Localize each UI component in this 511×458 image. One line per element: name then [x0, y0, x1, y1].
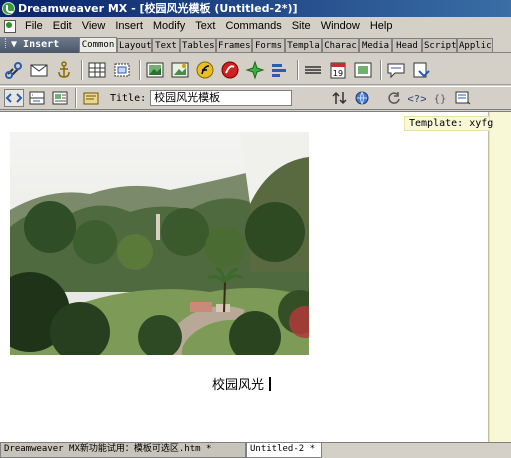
document-toolbar: Title: 校园风光模板 <?> {}: [0, 86, 511, 110]
code-reference-button[interactable]: <?>: [406, 89, 428, 107]
grip-icon[interactable]: [5, 38, 8, 48]
window-title: Dreamweaver MX - [校园风光模板 (Untitled-2*)]: [18, 2, 298, 15]
menu-modify[interactable]: Modify: [148, 20, 190, 32]
document-icon[interactable]: [4, 19, 16, 33]
view-options-button[interactable]: [453, 89, 473, 107]
table-icon[interactable]: [87, 60, 107, 80]
menu-file[interactable]: File: [20, 20, 48, 32]
tabular-data-icon[interactable]: [353, 60, 373, 80]
tab-media[interactable]: Media: [359, 38, 392, 52]
expand-arrow-icon: ▼: [11, 39, 24, 50]
menu-edit[interactable]: Edit: [48, 20, 77, 32]
plugin-icon[interactable]: [245, 59, 265, 80]
separator: [75, 88, 77, 108]
tab-text[interactable]: Text: [152, 38, 180, 52]
file-management-button[interactable]: [330, 89, 350, 107]
title-label: Title:: [110, 92, 147, 104]
template-region-strip: [489, 112, 511, 442]
comment-icon[interactable]: [386, 60, 406, 80]
campus-landscape-image[interactable]: [10, 132, 309, 355]
tab-frames[interactable]: Frames: [216, 38, 252, 52]
insert-panel-title[interactable]: ▼ Insert: [0, 37, 79, 53]
menu-view[interactable]: View: [77, 20, 111, 32]
email-link-icon[interactable]: [29, 60, 49, 80]
tab-characters[interactable]: Charac: [322, 38, 359, 52]
separator: [380, 59, 382, 80]
tag-chooser-icon[interactable]: [411, 60, 431, 80]
menu-text[interactable]: Text: [190, 20, 220, 32]
menu-help[interactable]: Help: [365, 20, 398, 32]
image-icon[interactable]: [145, 60, 165, 80]
window-titlebar: Dreamweaver MX - [校园风光模板 (Untitled-2*)]: [0, 0, 511, 17]
template-name-tag: Template: xyfg: [404, 116, 493, 131]
svg-text:19: 19: [333, 69, 343, 78]
insert-tabs: Common Layout Text Tables Frames Forms T…: [79, 37, 511, 53]
svg-text:{}: {}: [434, 94, 447, 105]
named-anchor-icon[interactable]: [54, 60, 74, 80]
document-title-input[interactable]: 校园风光模板: [150, 90, 293, 106]
document-design-view[interactable]: Template: xyfg 校园风光: [0, 111, 511, 442]
design-view-button[interactable]: [50, 89, 70, 107]
code-view-button[interactable]: [4, 89, 24, 107]
shockwave-icon[interactable]: [220, 60, 240, 80]
horizontal-rule-icon[interactable]: [303, 60, 323, 80]
code-navigation-button[interactable]: {}: [430, 89, 450, 107]
hyperlink-icon[interactable]: [4, 60, 24, 80]
flash-icon[interactable]: [195, 60, 215, 80]
menu-window[interactable]: Window: [316, 20, 365, 32]
tab-templates[interactable]: Templa: [285, 38, 322, 52]
page-margin-line: [488, 112, 489, 442]
layer-icon[interactable]: [112, 60, 132, 80]
tab-layout[interactable]: Layout: [117, 38, 152, 52]
menubar: File Edit View Insert Modify Text Comman…: [0, 17, 511, 35]
insert-icon-row: 19: [0, 55, 511, 85]
preview-in-browser-button[interactable]: [353, 89, 373, 107]
text-cursor: [269, 377, 272, 391]
menu-commands[interactable]: Commands: [220, 20, 286, 32]
image-placeholder-icon[interactable]: [170, 60, 190, 80]
tab-application[interactable]: Applic: [457, 38, 493, 52]
refresh-button[interactable]: [384, 89, 404, 107]
navigation-bar-icon[interactable]: [270, 60, 290, 80]
doc-tab-template-demo[interactable]: Dreamweaver MX新功能试用：模板可选区.htm *: [0, 443, 246, 458]
menu-site[interactable]: Site: [287, 20, 316, 32]
separator: [297, 59, 299, 80]
caption-text[interactable]: 校园风光: [212, 374, 272, 393]
tab-common[interactable]: Common: [79, 37, 117, 52]
tab-forms[interactable]: Forms: [252, 38, 285, 52]
split-view-button[interactable]: [27, 89, 47, 107]
separator: [139, 59, 141, 80]
document-tabs: Dreamweaver MX新功能试用：模板可选区.htm * Untitled…: [0, 442, 511, 458]
tab-head[interactable]: Head: [392, 38, 422, 52]
tab-tables[interactable]: Tables: [180, 38, 216, 52]
date-icon[interactable]: 19: [328, 60, 348, 80]
dreamweaver-logo-icon: [2, 2, 15, 15]
tab-script[interactable]: Script: [422, 38, 457, 52]
doc-tab-untitled-2[interactable]: Untitled-2 *: [246, 443, 322, 458]
menu-insert[interactable]: Insert: [110, 20, 148, 32]
separator: [81, 59, 83, 80]
svg-text:<?>: <?>: [408, 94, 426, 105]
live-data-icon[interactable]: [81, 89, 101, 107]
insert-panel-header: ▼ Insert Common Layout Text Tables Frame…: [0, 37, 511, 53]
